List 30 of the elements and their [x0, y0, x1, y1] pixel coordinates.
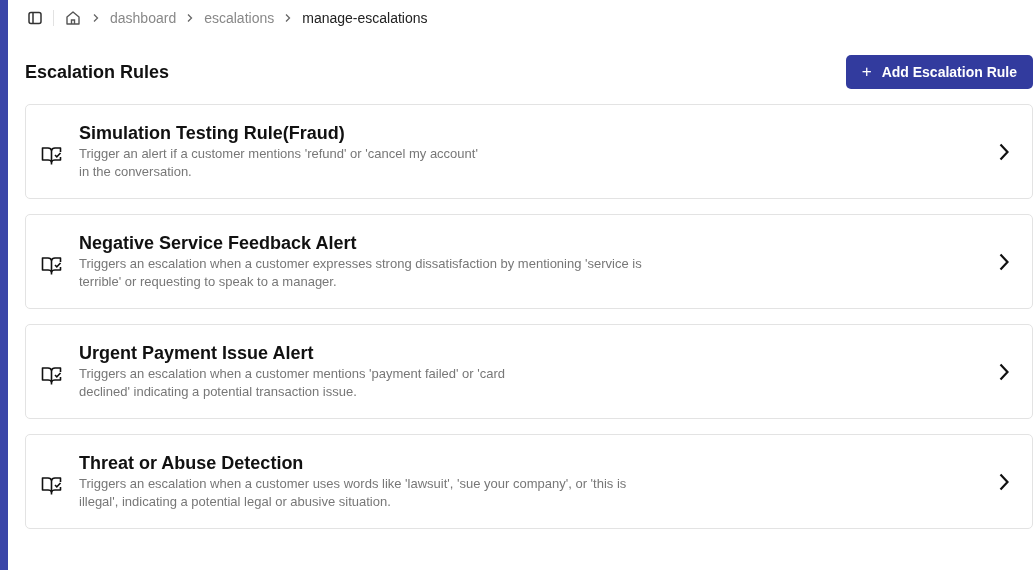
- chevron-right-icon: [284, 13, 293, 23]
- breadcrumb-link[interactable]: escalations: [204, 10, 275, 26]
- breadcrumb-link[interactable]: dashboard: [110, 10, 177, 26]
- book-check-icon: [41, 474, 63, 495]
- chevron-right-icon[interactable]: [998, 251, 1010, 272]
- home-icon[interactable]: [64, 9, 82, 27]
- rule-card[interactable]: Urgent Payment Issue Alert Triggers an escalation when a customer mentions 'payment failed' or 'card declined' indicating a potential transaction issue.: [25, 324, 1033, 419]
- rule-title: Negative Service Feedback Alert: [79, 232, 358, 254]
- chevron-right-icon[interactable]: [998, 141, 1010, 162]
- chevron-right-icon: [186, 13, 195, 23]
- rule-card[interactable]: Simulation Testing Rule(Fraud) Trigger an alert if a customer mentions 'refund' or 'cancel my account' in the conversation.: [25, 104, 1033, 199]
- book-check-icon: [41, 254, 63, 275]
- rule-description: Trigger an alert if a customer mentions 'refund' or 'cancel my account' in the conversation.: [79, 144, 479, 181]
- rule-title: Simulation Testing Rule(Fraud): [79, 122, 346, 144]
- book-check-icon: [41, 144, 63, 165]
- breadcrumb-link[interactable]: manage-escalations: [302, 10, 428, 26]
- rule-description: Triggers an escalation when a customer uses words like 'lawsuit', 'sue your company', or 'this is illegal', indicating a potential legal or abusive situation.: [79, 474, 628, 511]
- rule-title: Urgent Payment Issue Alert: [79, 342, 315, 364]
- chevron-right-icon[interactable]: [998, 361, 1010, 382]
- chevron-right-icon: [92, 13, 100, 23]
- add-escalation-rule-button[interactable]: + Add Escalation Rule: [845, 55, 1033, 89]
- rule-description: Triggers an escalation when a customer expresses strong dissatisfaction by mentioning 'service is terrible' or requesting to speak to a manager.: [79, 254, 643, 291]
- rule-card[interactable]: Threat or Abuse Detection Triggers an escalation when a customer uses words like 'lawsuit', 'sue your company', or 'this is illegal', indicating a potential legal or abusive situation.: [25, 434, 1033, 529]
- book-check-icon: [41, 364, 63, 385]
- rule-card[interactable]: Negative Service Feedback Alert Triggers an escalation when a customer expresses strong dissatisfaction by mentioning 'service is terrible' or requesting to speak to a manager.: [25, 214, 1033, 309]
- sidebar-toggle-icon[interactable]: [27, 10, 43, 26]
- rule-description: Triggers an escalation when a customer mentions 'payment failed' or 'card declined' indicating a potential transaction issue.: [79, 364, 507, 401]
- rule-title: Threat or Abuse Detection: [79, 452, 305, 474]
- chevron-right-icon[interactable]: [998, 471, 1010, 492]
- page-title: Escalation Rules: [25, 61, 170, 83]
